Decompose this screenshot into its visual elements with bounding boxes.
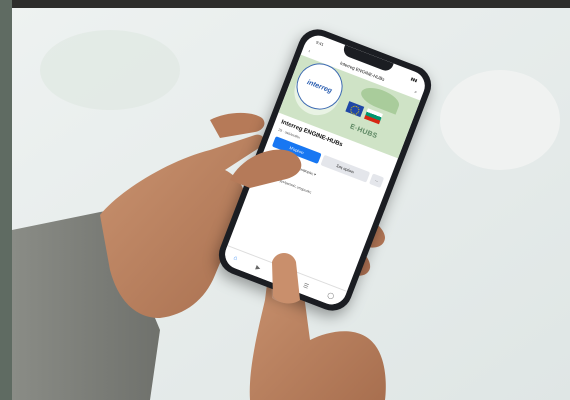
logo-text: interreg (306, 78, 333, 95)
status-time: 9:41 (315, 39, 325, 47)
tab-info[interactable]: Πληροφορίες ▾ (293, 165, 317, 177)
search-icon[interactable]: ⌕ (414, 89, 418, 95)
photo-scene: 9:41 ▮▮▮ ‹ Interreg ENGINE-HUBs ⌕ E·HUBS… (0, 0, 570, 400)
more-button[interactable]: ··· (369, 173, 385, 188)
menu-icon[interactable]: ☰ (302, 282, 310, 291)
bulgaria-flag-icon (364, 108, 383, 125)
home-icon[interactable]: ⌂ (233, 255, 239, 262)
profile-icon[interactable]: ◯ (326, 291, 335, 300)
groups-icon[interactable]: ◎ (278, 272, 285, 280)
tab-posts[interactable]: Δημοσιεύσεις (267, 155, 288, 166)
eu-flag-icon (345, 101, 365, 118)
cover-hubs-text: E·HUBS (348, 123, 379, 141)
back-arrow-icon[interactable]: ‹ (308, 48, 311, 53)
signal-icon: ▮▮▮ (410, 75, 419, 83)
video-icon[interactable]: ▶ (255, 263, 262, 271)
